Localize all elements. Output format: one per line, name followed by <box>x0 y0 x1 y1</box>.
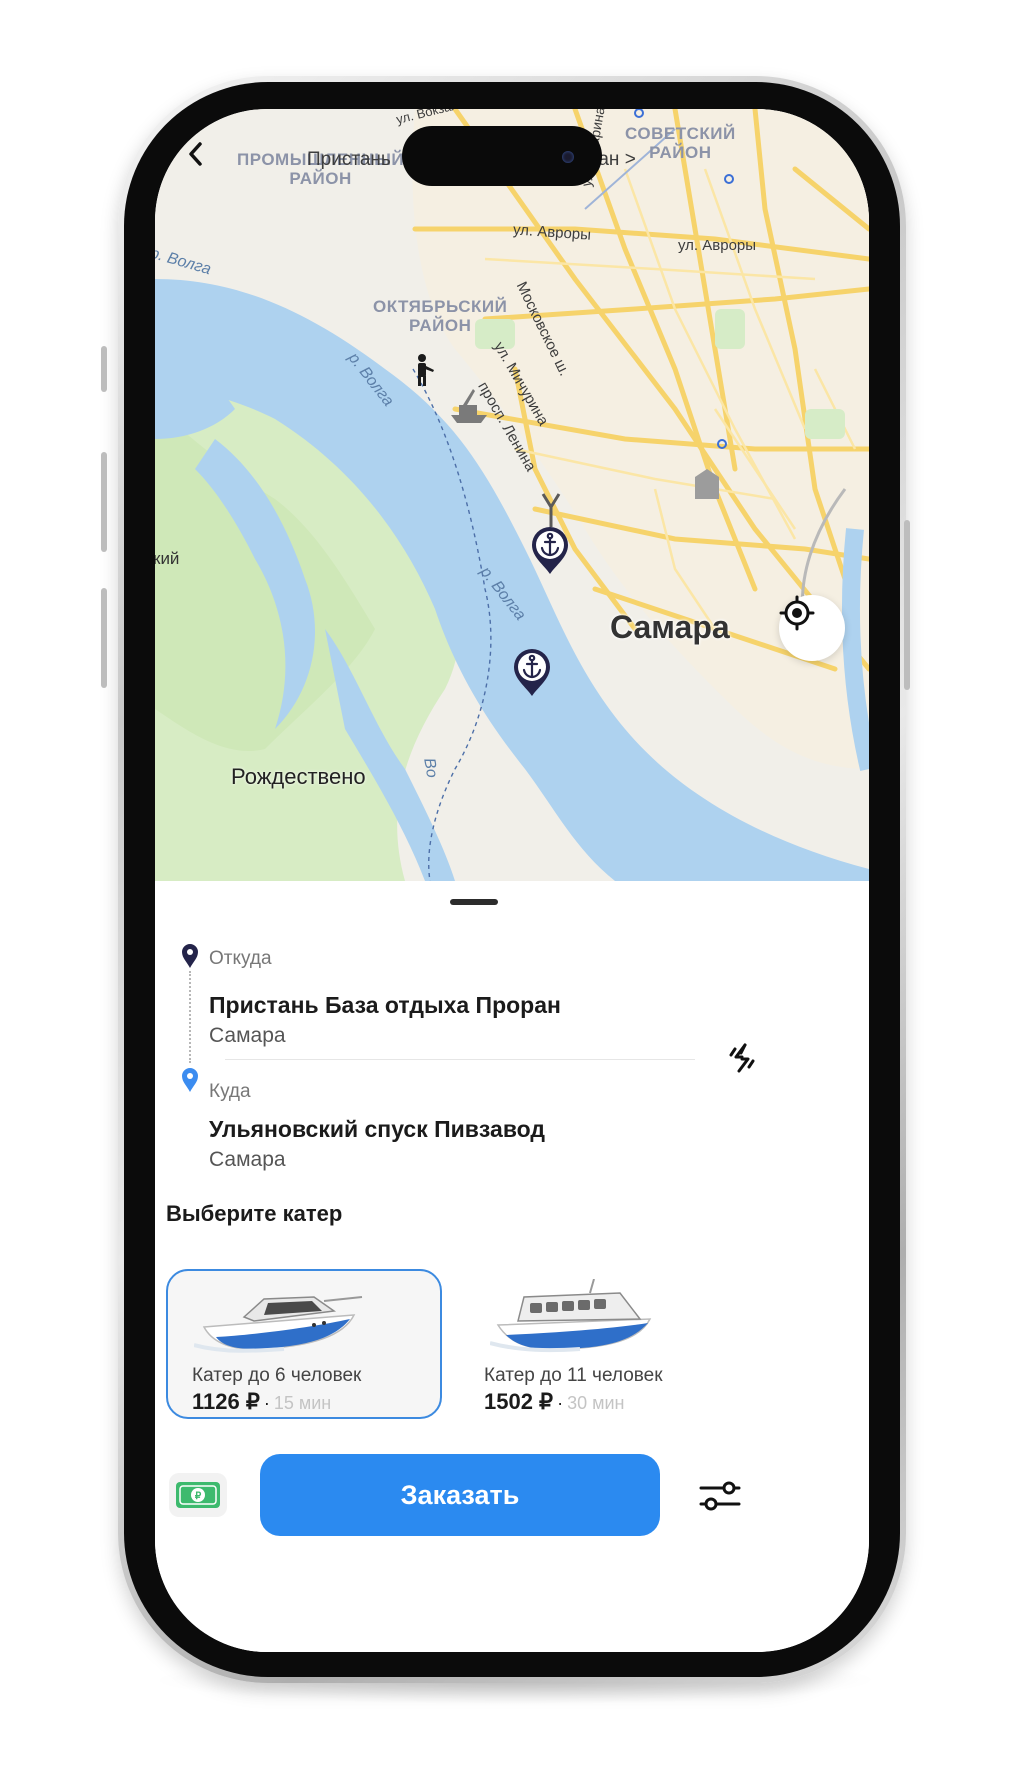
crosshair-icon <box>779 595 815 631</box>
boat-option-time: 30 мин <box>567 1393 625 1413</box>
boat-section-title: Выберите катер <box>166 1201 343 1226</box>
from-city: Самара <box>209 1024 286 1047</box>
boat-option-time: 15 мин <box>273 1393 332 1413</box>
anchor-icon <box>532 527 568 574</box>
volume-up-button <box>101 452 107 552</box>
chevron-left-icon <box>189 142 202 166</box>
boat-option-price: 1126 ₽ <box>192 1389 260 1414</box>
partial-place-label: кий <box>155 549 180 568</box>
from-label: Откуда <box>209 948 272 969</box>
sheet-drag-handle[interactable] <box>450 899 498 905</box>
bottom-sheet: Откуда Пристань База отдыха Проран Самар… <box>155 881 869 1652</box>
order-button[interactable]: Заказать <box>260 1454 660 1536</box>
my-location-button[interactable] <box>779 595 845 661</box>
cash-icon: ₽ <box>176 1482 220 1508</box>
power-button <box>904 520 910 690</box>
volume-down-button <box>101 588 107 688</box>
speedboat-image <box>194 1296 363 1353</box>
pier-pin-from[interactable] <box>530 525 570 575</box>
boat-option-name: Катер до 6 человек <box>192 1365 362 1386</box>
to-address[interactable]: Ульяновский спуск Пивзавод <box>209 1116 545 1143</box>
boat-option-11[interactable]: Катер до 11 человек 1502 ₽ · 30 мин <box>460 1269 736 1419</box>
to-label: Куда <box>209 1081 251 1102</box>
sliders-icon <box>699 1481 741 1511</box>
pier-pin-to[interactable] <box>512 647 552 697</box>
svg-text:₽: ₽ <box>195 1491 202 1502</box>
silent-switch <box>101 346 107 392</box>
street-label-avrory-2: ул. Авроры <box>678 237 757 254</box>
dynamic-island <box>402 126 602 186</box>
anchor-icon <box>514 649 550 696</box>
route-connector <box>189 971 191 1063</box>
payment-method-button[interactable]: ₽ <box>169 1473 227 1517</box>
to-pin-icon <box>182 1068 198 1092</box>
from-address[interactable]: Пристань База отдыха Проран <box>209 992 561 1019</box>
options-button[interactable] <box>695 1471 745 1521</box>
river-label-4: Во <box>420 756 441 780</box>
swap-arrows-icon <box>729 1043 755 1073</box>
district-sovetsky: СОВЕТСКИЙ РАЙОН <box>625 124 736 162</box>
boat-option-6[interactable]: Катер до 6 человек 1126 ₽ · 15 мин <box>166 1269 442 1419</box>
to-city: Самара <box>209 1148 286 1171</box>
swap-route-button[interactable] <box>717 1033 767 1083</box>
phone-screen: ПРОМЫШЛЕННЫЙ РАЙОН СОВЕТСКИЙ РАЙОН ОКТЯБ… <box>155 109 869 1652</box>
route-divider <box>225 1059 695 1060</box>
boat-option-name: Катер до 11 человек <box>484 1365 663 1386</box>
back-button[interactable] <box>183 139 243 199</box>
boat-option-price: 1502 ₽ <box>484 1389 554 1414</box>
district-oktyabrsky: ОКТЯБРЬСКИЙ РАЙОН <box>373 297 508 335</box>
city-label: Самара <box>610 609 730 645</box>
from-pin-icon <box>182 944 198 968</box>
street-label-pristan: Пристань <box>307 149 391 170</box>
cabin-boat-image <box>490 1279 652 1353</box>
map[interactable]: ПРОМЫШЛЕННЫЙ РАЙОН СОВЕТСКИЙ РАЙОН ОКТЯБ… <box>155 109 869 881</box>
town-label: Рождествено <box>231 764 366 789</box>
